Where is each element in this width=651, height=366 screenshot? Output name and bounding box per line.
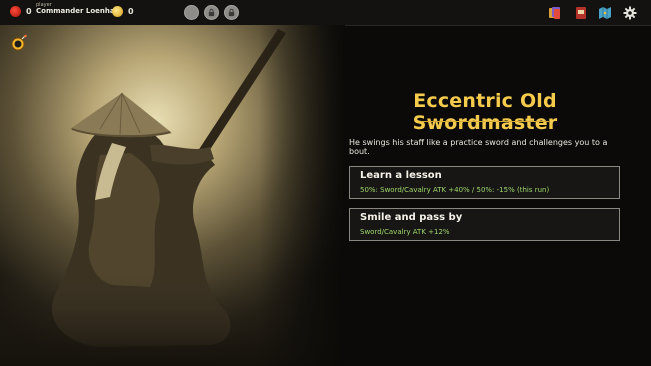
red-ribbon-icon bbox=[10, 6, 21, 17]
gear-icon[interactable] bbox=[623, 5, 637, 20]
event-artwork bbox=[0, 25, 345, 366]
map-icon[interactable] bbox=[598, 5, 612, 19]
item-slot-empty[interactable] bbox=[184, 5, 199, 20]
choice-label: Learn a lesson bbox=[360, 170, 442, 181]
choice-smile-and-pass-by[interactable]: Smile and pass by Sword/Cavalry ATK +12% bbox=[349, 208, 620, 241]
book-icon[interactable] bbox=[574, 5, 588, 19]
item-slot-locked-2[interactable] bbox=[224, 5, 239, 20]
bomb-icon[interactable] bbox=[10, 34, 28, 52]
player-name: Commander Loenhart bbox=[36, 7, 122, 16]
gold-count: 0 bbox=[128, 7, 134, 16]
gold-coin-icon bbox=[112, 6, 123, 17]
swordmaster-painting bbox=[0, 25, 345, 366]
choice-label: Smile and pass by bbox=[360, 212, 463, 223]
player-info[interactable]: player Commander Loenhart bbox=[36, 2, 122, 16]
gold-resource: 0 bbox=[112, 6, 134, 17]
cards-icon[interactable] bbox=[548, 5, 562, 19]
event-description: He swings his staff like a practice swor… bbox=[349, 138, 608, 156]
ribbon-resource: 0 bbox=[10, 6, 32, 17]
ribbon-count: 0 bbox=[26, 7, 32, 16]
top-bar: 0 player Commander Loenhart 0 bbox=[0, 0, 651, 26]
lock-icon bbox=[208, 8, 215, 17]
choice-learn-a-lesson[interactable]: Learn a lesson 50%: Sword/Cavalry ATK +4… bbox=[349, 166, 620, 199]
item-slot-locked-1[interactable] bbox=[204, 5, 219, 20]
title-divider bbox=[421, 121, 549, 122]
lock-icon bbox=[228, 8, 235, 17]
event-title: Eccentric Old Swordmaster bbox=[412, 90, 558, 134]
choice-effect: Sword/Cavalry ATK +12% bbox=[360, 228, 450, 236]
choice-effect: 50%: Sword/Cavalry ATK +40% / 50%: -15% … bbox=[360, 186, 550, 194]
